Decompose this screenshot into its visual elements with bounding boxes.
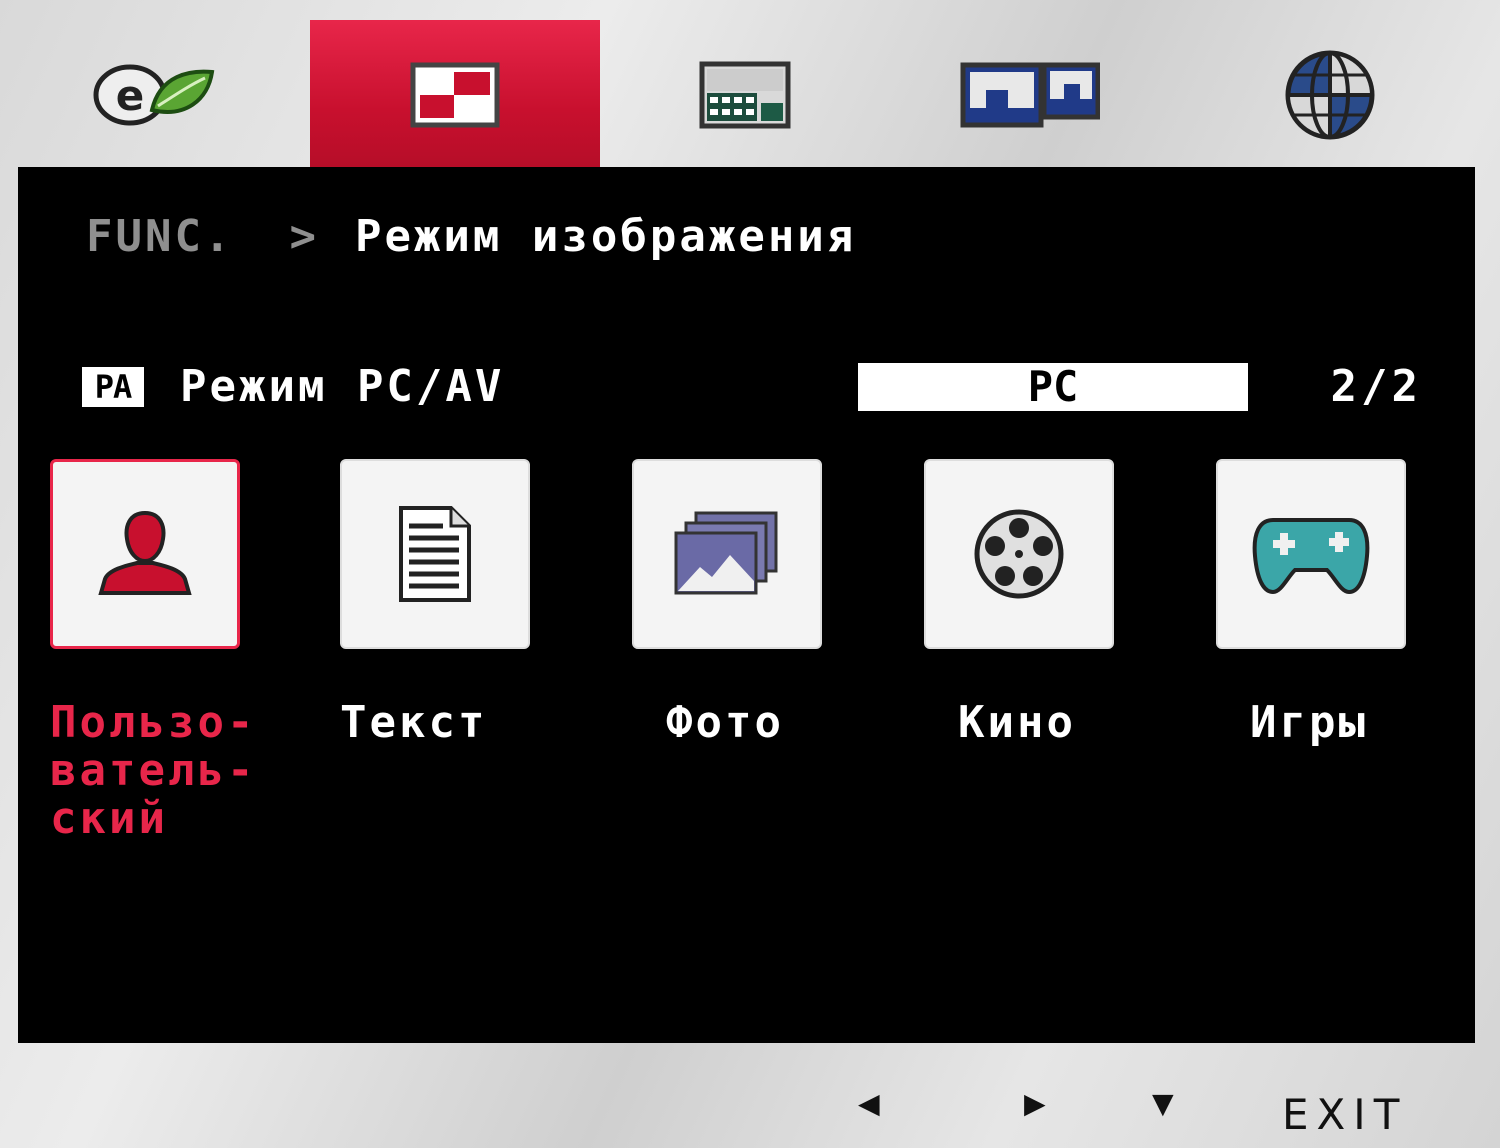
breadcrumb-separator-icon: > xyxy=(289,211,319,262)
tab-picture[interactable] xyxy=(310,20,600,170)
user-icon xyxy=(98,510,192,595)
left-arrow-icon[interactable]: ◀ xyxy=(858,1080,880,1128)
mode-tile-label: Пользо- ватель- ский xyxy=(50,697,257,844)
mode-tile-label: Игры xyxy=(1250,697,1368,748)
exit-button[interactable]: EXIT xyxy=(1282,1090,1407,1139)
mode-tile-box[interactable] xyxy=(632,459,822,649)
photo-icon xyxy=(674,511,778,595)
picture-mode-icon xyxy=(410,62,500,128)
breadcrumb: FUNC. > Режим изображения xyxy=(86,211,856,262)
pa-badge-icon: PA xyxy=(82,367,144,407)
tab-eco[interactable]: e xyxy=(10,20,300,170)
mode-tile-label: Кино xyxy=(958,697,1076,748)
mode-tile-box[interactable] xyxy=(1216,459,1406,649)
mode-tile-label: Фото xyxy=(666,697,784,748)
tab-screen[interactable] xyxy=(885,20,1175,170)
page-indicator: 2/2 xyxy=(1330,361,1422,412)
svg-text:e: e xyxy=(116,71,145,120)
eco-leaf-icon: e xyxy=(93,64,215,126)
tab-language[interactable] xyxy=(1185,20,1475,170)
breadcrumb-root[interactable]: FUNC. xyxy=(86,211,233,262)
dual-screen-icon xyxy=(960,62,1100,128)
pc-av-mode-label: Режим PC/AV xyxy=(180,361,505,412)
right-arrow-icon[interactable]: ▶ xyxy=(1024,1080,1046,1128)
pc-av-mode-row[interactable]: PA Режим PC/AV PC 2/2 xyxy=(82,357,1422,417)
mode-tile-cinema[interactable]: Кино xyxy=(924,459,1118,747)
film-reel-icon xyxy=(974,509,1064,599)
top-menu-bar: e xyxy=(0,0,1500,170)
mode-tile-user[interactable]: Пользо- ватель- ский xyxy=(50,459,257,844)
mode-tile-box[interactable] xyxy=(924,459,1114,649)
globe-icon xyxy=(1285,50,1375,140)
mode-tile-games[interactable]: Игры xyxy=(1216,459,1410,747)
mode-tile-label: Текст xyxy=(340,697,488,748)
mode-tile-box[interactable] xyxy=(50,459,240,649)
mode-tile-photo[interactable]: Фото xyxy=(632,459,826,747)
down-arrow-icon[interactable]: ▼ xyxy=(1152,1080,1174,1128)
tab-settings[interactable] xyxy=(600,20,890,170)
pc-av-mode-value[interactable]: PC xyxy=(858,363,1248,411)
mode-tile-box[interactable] xyxy=(340,459,530,649)
mode-tile-text[interactable]: Текст xyxy=(340,459,534,747)
bottom-button-bar: ◀ ▶ ▼ EXIT xyxy=(0,1060,1500,1148)
osd-panel: FUNC. > Режим изображения PA Режим PC/AV… xyxy=(18,167,1475,1043)
page-title: Режим изображения xyxy=(354,211,857,262)
gamepad-icon xyxy=(1252,518,1370,595)
picture-mode-list: Пользо- ватель- ский Текст Фото Кино Игр… xyxy=(18,459,1475,879)
document-icon xyxy=(399,506,471,602)
settings-grid-icon xyxy=(699,61,791,129)
